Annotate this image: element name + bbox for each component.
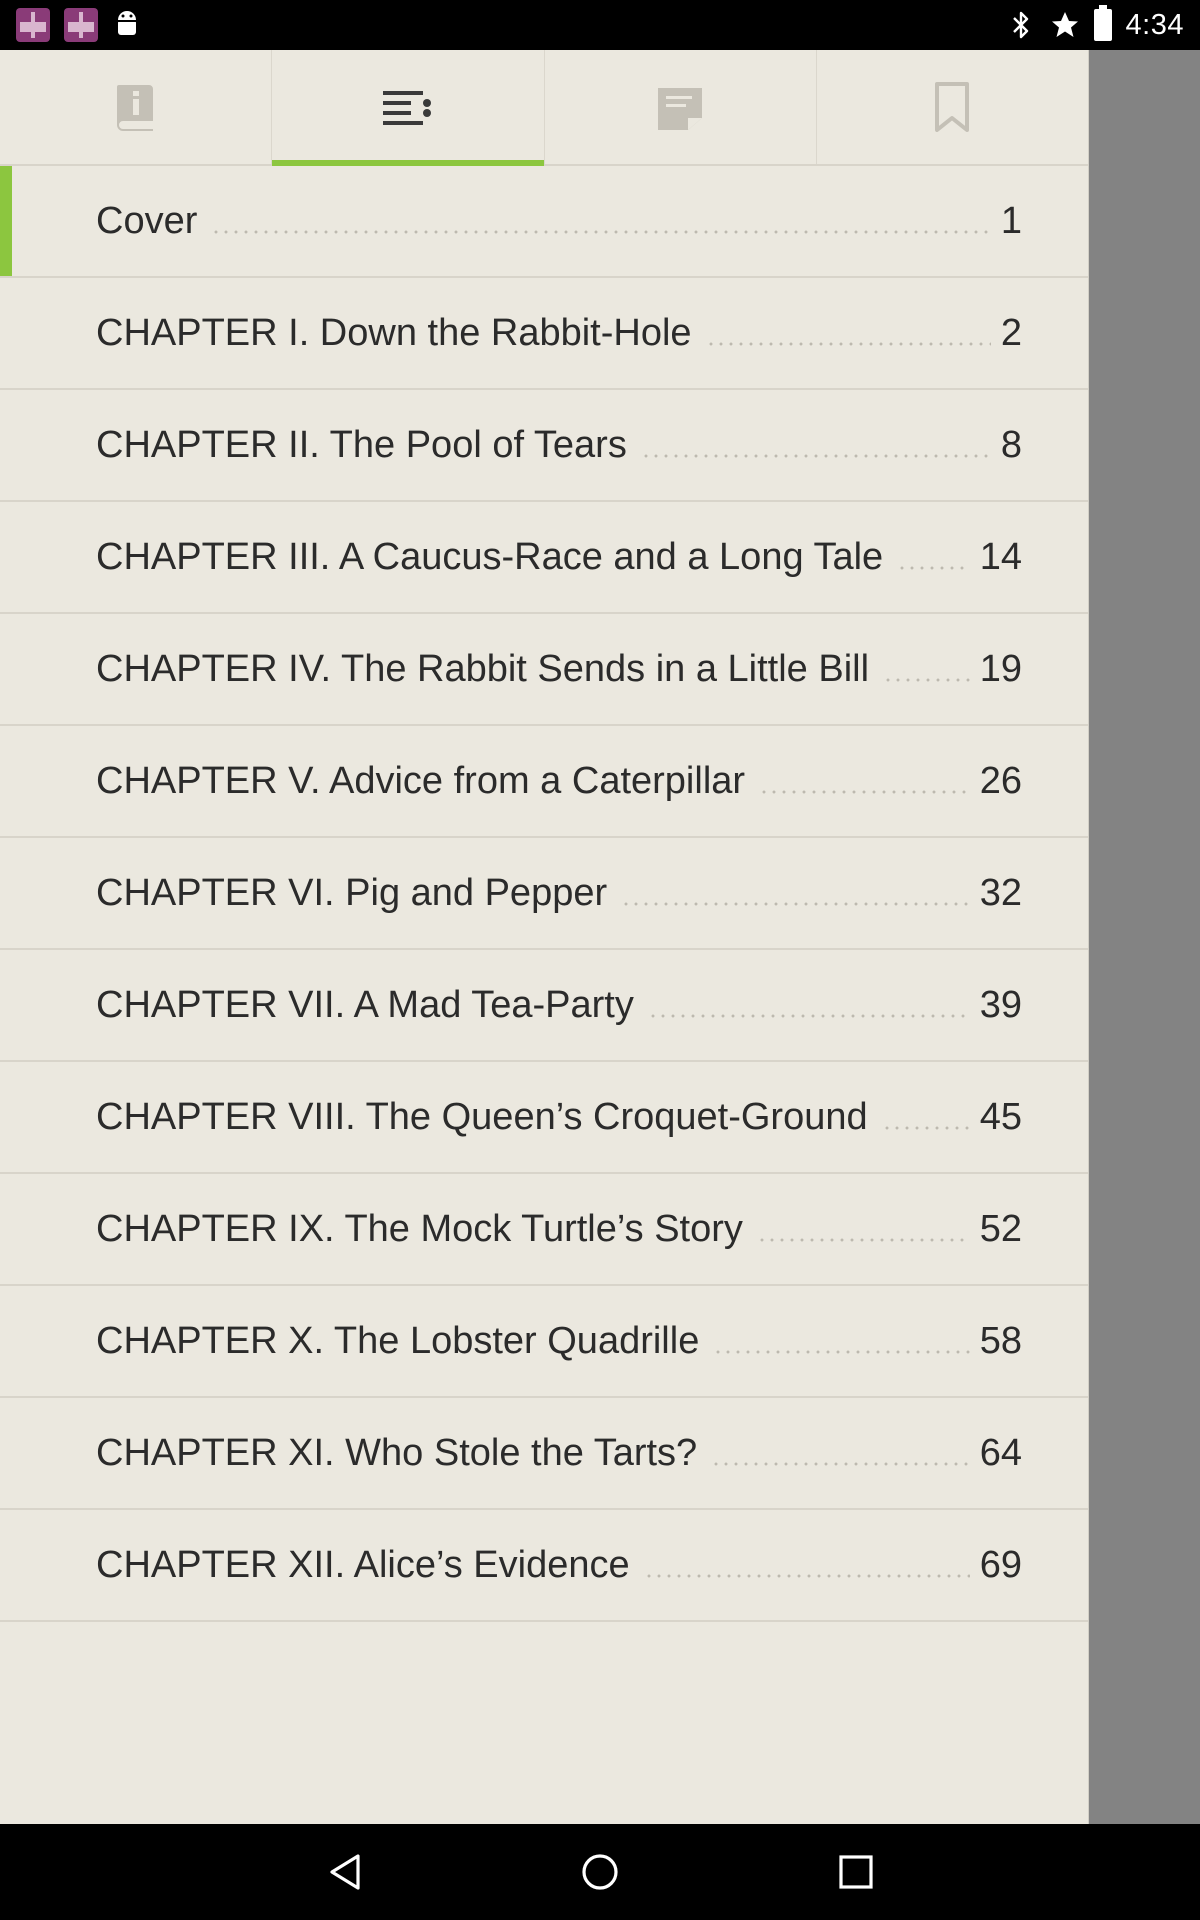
toc-item-page-number: 52 <box>979 1207 1022 1250</box>
toc-item-page-number: 32 <box>979 871 1022 914</box>
tab-notes[interactable] <box>545 50 817 164</box>
toc-item-title: CHAPTER II. The Pool of Tears <box>96 423 627 466</box>
toc-item[interactable]: CHAPTER XII. Alice’s Evidence 69 <box>0 1510 1088 1622</box>
toc-item[interactable]: CHAPTER I. Down the Rabbit-Hole 2 <box>0 278 1088 390</box>
bookmark-icon <box>935 82 970 132</box>
toc-item-content: CHAPTER VI. Pig and Pepper 32 <box>96 838 1022 948</box>
back-icon <box>330 1854 360 1890</box>
toc-item-title: CHAPTER I. Down the Rabbit-Hole <box>96 311 692 354</box>
drawer-tab-bar <box>0 50 1088 166</box>
toc-item-content: CHAPTER XII. Alice’s Evidence 69 <box>96 1510 1022 1620</box>
toc-item-page-number: 64 <box>979 1431 1022 1474</box>
toc-item[interactable]: CHAPTER IX. The Mock Turtle’s Story 52 <box>0 1174 1088 1286</box>
toc-item-content: CHAPTER XI. Who Stole the Tarts? 64 <box>96 1398 1022 1508</box>
toc-item-content: CHAPTER VII. A Mad Tea-Party 39 <box>96 950 1022 1060</box>
toc-list-icon <box>382 91 431 125</box>
toc-dot-leader <box>211 230 991 234</box>
toc-item-page-number: 69 <box>979 1543 1022 1586</box>
toc-dot-leader <box>883 678 970 682</box>
toc-item-title: CHAPTER XII. Alice’s Evidence <box>96 1543 630 1586</box>
toc-item-title: CHAPTER III. A Caucus-Race and a Long Ta… <box>96 535 884 578</box>
toc-item-title: CHAPTER VI. Pig and Pepper <box>96 871 608 914</box>
toc-item-title: CHAPTER X. The Lobster Quadrille <box>96 1319 700 1362</box>
toc-item-content: CHAPTER II. The Pool of Tears 8 <box>96 390 1022 500</box>
tab-info[interactable] <box>0 50 273 164</box>
notes-icon <box>658 88 703 130</box>
toc-item-page-number: 1 <box>1000 199 1022 242</box>
toc-list: Cover 1 CHAPTER I. Down the Rabbit-Hole 2 CH… <box>0 166 1088 1622</box>
toc-item[interactable]: CHAPTER II. The Pool of Tears 8 <box>0 390 1088 502</box>
toc-dot-leader <box>621 902 970 906</box>
toc-item[interactable]: CHAPTER VII. A Mad Tea-Party 39 <box>0 950 1088 1062</box>
toc-item[interactable]: CHAPTER VIII. The Queen’s Croquet-Ground… <box>0 1062 1088 1174</box>
battery-icon <box>1093 5 1112 41</box>
toc-item-content: CHAPTER IV. The Rabbit Sends in a Little… <box>96 614 1022 724</box>
toc-item[interactable]: CHAPTER IV. The Rabbit Sends in a Little… <box>0 614 1088 726</box>
toc-item-page-number: 58 <box>979 1319 1022 1362</box>
system-icons: 4:34 <box>1006 0 1184 50</box>
toc-item-content: CHAPTER X. The Lobster Quadrille 58 <box>96 1286 1022 1396</box>
bluetooth-icon <box>1006 8 1036 42</box>
screen: 4:34 Cover 1 CHAPTER I. Down the Rabbit-… <box>0 0 1200 1920</box>
recents-icon <box>839 1855 873 1889</box>
status-bar: 4:34 <box>0 0 1200 50</box>
toc-item[interactable]: CHAPTER V. Advice from a Caterpillar 26 <box>0 726 1088 838</box>
toc-item-page-number: 19 <box>979 647 1022 690</box>
notification-icons <box>16 8 142 42</box>
navigation-bar <box>0 1824 1200 1920</box>
recents-button[interactable] <box>796 1824 916 1920</box>
toc-item-page-number: 14 <box>979 535 1022 578</box>
toc-item-title: CHAPTER V. Advice from a Caterpillar <box>96 759 746 802</box>
toc-item-title: CHAPTER IX. The Mock Turtle’s Story <box>96 1207 743 1250</box>
back-button[interactable] <box>286 1824 406 1920</box>
app-notification-icon <box>16 8 50 42</box>
tab-contents[interactable] <box>272 50 545 166</box>
toc-dot-leader <box>759 790 970 794</box>
home-button[interactable] <box>540 1824 660 1920</box>
toc-item-title: CHAPTER XI. Who Stole the Tarts? <box>96 1431 698 1474</box>
toc-dot-leader <box>713 1350 970 1354</box>
toc-item-page-number: 8 <box>1000 423 1022 466</box>
toc-item-content: Cover 1 <box>96 166 1022 276</box>
toc-item-title: CHAPTER VII. A Mad Tea-Party <box>96 983 634 1026</box>
status-clock: 4:34 <box>1125 8 1184 41</box>
toc-item-content: CHAPTER I. Down the Rabbit-Hole 2 <box>96 278 1022 388</box>
tab-bookmarks[interactable] <box>817 50 1088 164</box>
toc-item-page-number: 39 <box>979 983 1022 1026</box>
toc-dot-leader <box>640 454 991 458</box>
toc-dot-leader <box>705 342 991 346</box>
home-icon <box>582 1854 618 1890</box>
toc-dot-leader <box>756 1238 970 1242</box>
toc-item[interactable]: CHAPTER III. A Caucus-Race and a Long Ta… <box>0 502 1088 614</box>
toc-item[interactable]: CHAPTER X. The Lobster Quadrille 58 <box>0 1286 1088 1398</box>
toc-item-title: CHAPTER IV. The Rabbit Sends in a Little… <box>96 647 870 690</box>
toc-item-content: CHAPTER VIII. The Queen’s Croquet-Ground… <box>96 1062 1022 1172</box>
book-info-icon <box>116 85 153 131</box>
toc-item[interactable]: CHAPTER XI. Who Stole the Tarts? 64 <box>0 1398 1088 1510</box>
toc-item-page-number: 26 <box>979 759 1022 802</box>
toc-item[interactable]: Cover 1 <box>0 166 1088 278</box>
toc-item-title: Cover <box>96 199 198 242</box>
toc-dot-leader <box>881 1126 970 1130</box>
toc-dot-leader <box>643 1574 970 1578</box>
toc-item-content: CHAPTER III. A Caucus-Race and a Long Ta… <box>96 502 1022 612</box>
toc-item-content: CHAPTER IX. The Mock Turtle’s Story 52 <box>96 1174 1022 1284</box>
toc-item-page-number: 45 <box>979 1095 1022 1138</box>
toc-dot-leader <box>711 1462 970 1466</box>
toc-dot-leader <box>647 1014 970 1018</box>
toc-item-page-number: 2 <box>1000 311 1022 354</box>
app-notification-icon <box>64 8 98 42</box>
star-icon <box>1050 8 1080 42</box>
toc-item[interactable]: CHAPTER VI. Pig and Pepper 32 <box>0 838 1088 950</box>
android-debug-icon <box>112 10 142 40</box>
toc-item-content: CHAPTER V. Advice from a Caterpillar 26 <box>96 726 1022 836</box>
toc-item-title: CHAPTER VIII. The Queen’s Croquet-Ground <box>96 1095 868 1138</box>
table-of-contents-drawer: Cover 1 CHAPTER I. Down the Rabbit-Hole 2 CH… <box>0 50 1089 1824</box>
toc-dot-leader <box>897 566 970 570</box>
